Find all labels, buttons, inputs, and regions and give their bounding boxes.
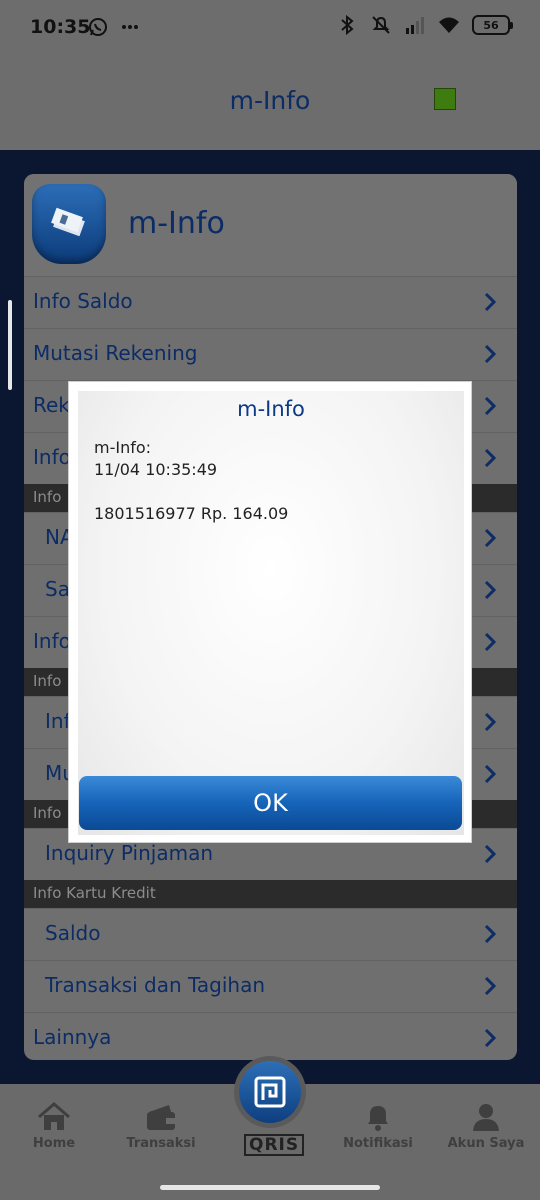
menu-item-info-saldo[interactable]: Info Saldo: [24, 276, 517, 328]
user-icon: [473, 1104, 499, 1131]
dialog-title: m-Info: [237, 397, 305, 421]
menu-item-mutasi-rekening[interactable]: Mutasi Rekening: [24, 328, 517, 380]
chevron-right-icon: [484, 632, 497, 652]
qris-icon: [254, 1076, 286, 1108]
chevron-right-icon: [484, 844, 497, 864]
card-header: m-Info: [24, 174, 517, 276]
status-time: 10:35: [30, 16, 91, 38]
home-indicator[interactable]: [160, 1185, 380, 1190]
status-indicator: [434, 88, 456, 110]
page-title: m-Info: [229, 86, 311, 115]
chevron-right-icon: [484, 764, 497, 784]
nav-notifikasi[interactable]: Notifikasi: [328, 1102, 428, 1151]
section-header-kartu-kredit: Info Kartu Kredit: [24, 880, 517, 908]
nav-home[interactable]: Home: [4, 1102, 104, 1151]
battery-icon: 56: [472, 15, 513, 35]
bluetooth-icon: [341, 14, 354, 36]
chevron-right-icon: [484, 580, 497, 600]
chevron-right-icon: [484, 924, 497, 944]
wallet-icon: [147, 1105, 175, 1130]
chevron-right-icon: [484, 448, 497, 468]
qris-button[interactable]: [234, 1056, 306, 1128]
more-dots-icon: [121, 25, 138, 29]
chevron-right-icon: [484, 528, 497, 548]
nav-akun-saya[interactable]: Akun Saya: [436, 1102, 536, 1151]
app-header: m-Info: [0, 56, 540, 150]
signal-icon: [406, 17, 424, 34]
chevron-right-icon: [484, 1028, 497, 1048]
mute-icon: [372, 16, 390, 34]
card-title: m-Info: [128, 206, 225, 241]
ok-button[interactable]: OK: [79, 776, 462, 830]
nav-transaksi[interactable]: Transaksi: [111, 1102, 211, 1151]
home-icon: [38, 1102, 70, 1130]
chevron-right-icon: [484, 344, 497, 364]
edge-handle[interactable]: [8, 300, 12, 390]
menu-item-transaksi-tagihan[interactable]: Transaksi dan Tagihan: [24, 960, 517, 1012]
bottom-nav: Home Transaksi QRIS Notifikasi Akun Saya: [0, 1056, 540, 1200]
minfo-logo: [32, 184, 106, 264]
wifi-icon: [439, 17, 459, 33]
qris-label: QRIS: [244, 1134, 305, 1156]
menu-item-lainnya[interactable]: Lainnya: [24, 1012, 517, 1060]
chevron-right-icon: [484, 396, 497, 416]
info-dialog: m-Info m-Info: 11/04 10:35:49 1801516977…: [68, 381, 472, 843]
bell-icon: [368, 1106, 388, 1131]
chevron-right-icon: [484, 712, 497, 732]
chevron-right-icon: [484, 976, 497, 996]
dialog-message: m-Info: 11/04 10:35:49 1801516977 Rp. 16…: [94, 438, 289, 523]
cash-icon: [51, 207, 85, 237]
menu-item-saldo[interactable]: Saldo: [24, 908, 517, 960]
status-bar: 10:35 56: [0, 0, 540, 56]
chevron-right-icon: [484, 292, 497, 312]
whatsapp-icon: [89, 18, 107, 36]
